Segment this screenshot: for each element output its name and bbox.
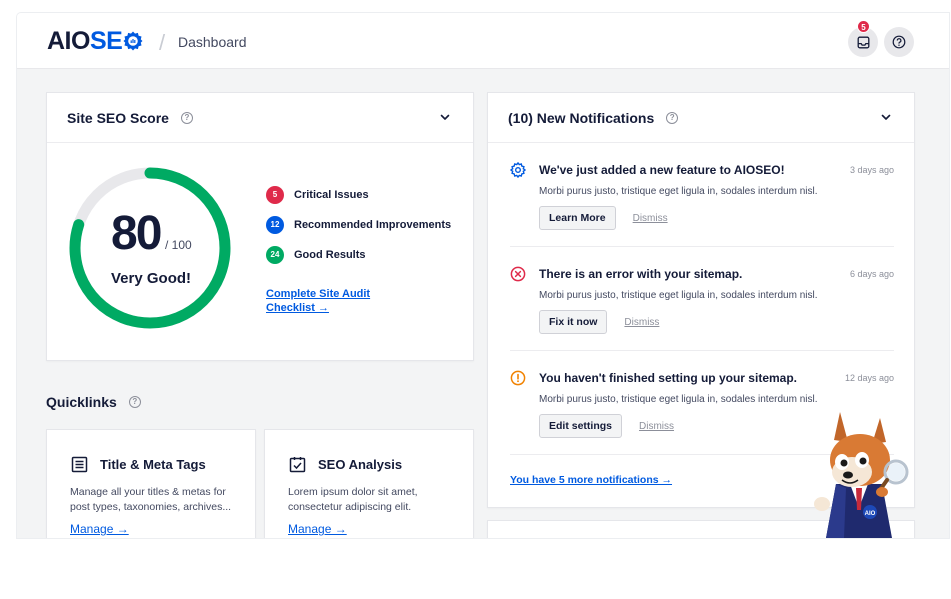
stat-label: Good Results [294,249,366,261]
quicklink-header: SEO Analysis [289,456,402,473]
fix-it-now-button[interactable]: Fix it now [539,310,608,334]
quicklink-title: SEO Analysis [318,457,403,472]
score-max: / 100 [165,238,192,252]
breadcrumb-dashboard[interactable]: Dashboard [178,34,247,50]
notification-divider [510,350,894,351]
logo-text-aio: AIO [47,27,90,55]
notifications-card-header[interactable]: (10) New Notifications ? [488,93,914,143]
score-value: 80 [111,207,162,260]
dismiss-link[interactable]: Dismiss [633,213,668,224]
notification-time: 6 days ago [849,269,894,279]
chevron-down-icon[interactable] [439,111,451,123]
quicklink-header: Title & Meta Tags [71,456,206,473]
notifications-count-badge: 5 [857,20,870,33]
mascot-badge-text: AIO [865,511,876,517]
dismiss-link[interactable]: Dismiss [639,421,674,432]
notifications-title: (10) New Notifications [508,109,655,126]
stat-label: Recommended Improvements [294,219,452,231]
top-bar: AIO SE / Dashboard 5 [17,13,949,69]
aioseo-dog-mascot: AIO [814,412,909,538]
site-seo-score-card: Site SEO Score ? 80 / 100 Very Good! 5 C… [46,92,474,361]
notification-title: You haven't finished setting up your sit… [539,371,797,385]
breadcrumb-separator: / [159,30,166,55]
help-question-icon[interactable]: ? [180,111,193,124]
notification-time: 12 days ago [844,373,894,383]
help-button[interactable] [884,27,914,57]
warning-icon [510,370,526,386]
seo-analysis-icon [289,457,306,473]
help-question-icon[interactable]: ? [666,111,679,124]
quicklinks-title: Quicklinks [46,394,117,410]
stat-count-badge: 12 [266,216,284,234]
score-card-title: Site SEO Score [67,109,169,126]
quicklink-title: Title & Meta Tags [100,457,206,472]
stat-label: Critical Issues [294,189,369,201]
logo-gear-icon [123,31,143,51]
notification-item: We've just added a new feature to AIOSEO… [510,162,894,230]
quicklinks-heading: Quicklinks ? [46,394,141,410]
edit-settings-button[interactable]: Edit settings [539,414,623,438]
quicklink-description: Manage all your titles & metas for post … [70,486,232,513]
more-notifications-link[interactable]: You have 5 more notifications → [510,474,672,486]
notification-description: Morbi purus justo, tristique eget ligula… [539,394,818,405]
stat-recommended-improvements[interactable]: 12 Recommended Improvements [266,216,451,234]
inbox-icon [857,36,869,48]
quicklink-manage-link[interactable]: Manage → [70,522,129,536]
quicklink-description: Lorem ipsum dolor sit amet, consectetur … [288,486,418,513]
stat-critical-issues[interactable]: 5 Critical Issues [266,186,369,204]
logo-text-seo: SE [89,27,123,55]
help-question-icon[interactable]: ? [128,396,141,408]
title-meta-icon [71,456,88,473]
quicklink-title-meta-card[interactable]: Title & Meta Tags Manage all your titles… [46,429,256,538]
stat-good-results[interactable]: 24 Good Results [266,246,366,264]
score-rating-label: Very Good! [111,270,192,287]
notification-title: We've just added a new feature to AIOSEO… [539,163,785,177]
help-icon [892,35,906,49]
notification-item: There is an error with your sitemap. 6 d… [510,266,894,334]
stat-count-badge: 5 [266,186,284,204]
quicklink-seo-analysis-card[interactable]: SEO Analysis Lorem ipsum dolor sit amet,… [264,429,474,538]
chevron-down-icon[interactable] [880,111,892,123]
complete-site-audit-link[interactable]: Complete Site Audit Checklist → [266,287,376,315]
stat-count-badge: 24 [266,246,284,264]
notification-description: Morbi purus justo, tristique eget ligula… [539,290,818,301]
quicklink-manage-link[interactable]: Manage → [288,522,347,536]
aioseo-logo[interactable]: AIO SE [47,27,143,55]
notification-time: 3 days ago [849,165,894,175]
learn-more-button[interactable]: Learn More [539,206,616,230]
notification-description: Morbi purus justo, tristique eget ligula… [539,186,818,197]
notification-title: There is an error with your sitemap. [539,267,743,281]
gear-icon [510,162,526,178]
score-card-header[interactable]: Site SEO Score ? [47,93,473,143]
error-icon [510,266,526,282]
dismiss-link[interactable]: Dismiss [624,317,659,328]
notification-divider [510,246,894,247]
